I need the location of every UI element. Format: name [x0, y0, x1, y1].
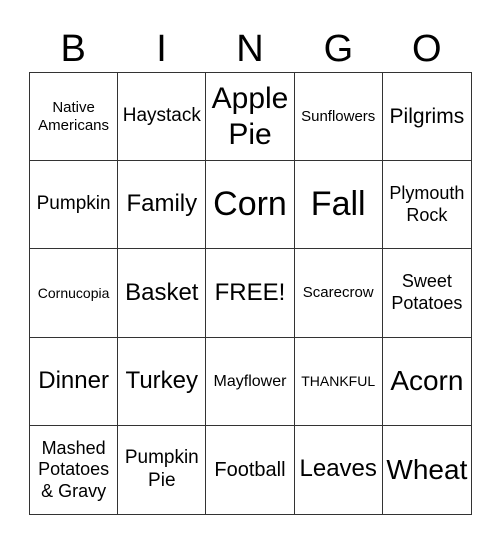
bingo-cell[interactable]: Mashed Potatoes & Gravy	[30, 425, 119, 514]
bingo-cell[interactable]: Pumpkin Pie	[118, 425, 207, 514]
bingo-cell[interactable]: Basket	[118, 249, 207, 338]
bingo-cell[interactable]: Sunflowers	[294, 73, 383, 162]
bingo-cell[interactable]: Cornucopia	[30, 249, 119, 338]
header-letter-o: O	[411, 28, 442, 70]
header-letter-b: B	[60, 28, 86, 70]
bingo-cell[interactable]: Haystack	[118, 73, 207, 162]
bingo-cell[interactable]: Mayflower	[206, 337, 295, 426]
bingo-cell[interactable]: Apple Pie	[206, 73, 295, 162]
bingo-cell[interactable]: Family	[118, 161, 207, 250]
bingo-cell[interactable]: Fall	[294, 161, 383, 250]
bingo-cell[interactable]: Football	[206, 425, 295, 514]
bingo-cell[interactable]: Turkey	[118, 337, 207, 426]
bingo-cell[interactable]: Sweet Potatoes	[382, 249, 471, 338]
bingo-cell[interactable]: Acorn	[382, 338, 471, 426]
bingo-cell[interactable]: Plymouth Rock	[382, 161, 471, 250]
bingo-header: BINGO	[29, 26, 471, 72]
bingo-cell[interactable]: Wheat	[383, 426, 471, 514]
bingo-cell[interactable]: THANKFUL	[294, 337, 383, 426]
bingo-cell[interactable]: Scarecrow	[294, 249, 383, 338]
bingo-cell[interactable]: Native Americans	[30, 73, 119, 162]
bingo-cell[interactable]: Pumpkin	[30, 161, 119, 250]
bingo-grid: Native Americans Haystack Apple Pie Sunflow…	[29, 72, 472, 515]
bingo-cell[interactable]: Pilgrims	[382, 73, 471, 162]
header-letter-g: G	[323, 28, 354, 70]
bingo-cell[interactable]: Corn	[206, 161, 295, 250]
bingo-cell[interactable]: Leaves	[295, 425, 383, 514]
bingo-cell[interactable]: Dinner	[30, 337, 119, 426]
header-letter-i: I	[156, 28, 167, 70]
header-letter-n: N	[236, 28, 264, 70]
bingo-cell[interactable]: FREE!	[206, 249, 295, 338]
